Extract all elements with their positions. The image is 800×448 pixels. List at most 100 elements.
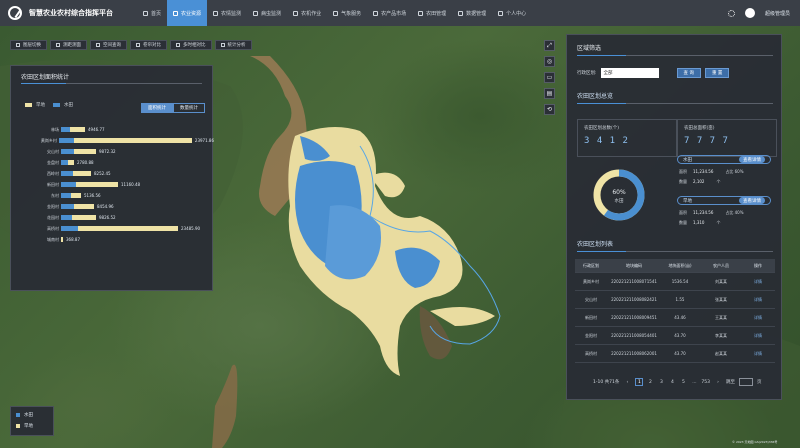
pill-label-dry: 旱地 [683, 198, 692, 204]
nav-item-home[interactable]: 首页 [137, 0, 167, 26]
page-list: 1 2 3 4 5... 753 [635, 378, 710, 386]
toggle-count[interactable]: 数量统计 [173, 103, 205, 113]
toolbar-measure-button[interactable]: 测距测面 [50, 40, 87, 50]
bar-value: 4946.77 [88, 127, 105, 132]
table-body: 黄岗乡村 220221211008071541 1536.54 刘某某 详情 尖山村 220… [575, 273, 775, 363]
nav-item-weather[interactable]: 气象服务 [327, 0, 367, 26]
bar-row[interactable]: 新田村 11160.48 [11, 179, 214, 190]
legend-item-dry: 旱地 [16, 423, 48, 429]
bar-row[interactable]: 黄岗乡村 23971.86 [11, 135, 214, 146]
refresh-icon[interactable]: ⟲ [544, 104, 555, 115]
table-cell: 黄岗乡村 [583, 278, 599, 284]
region-select[interactable]: 全部 [600, 68, 659, 78]
bar-row[interactable]: 金阳村 8454.96 [11, 201, 214, 212]
page-number[interactable]: 4 [668, 378, 676, 386]
toolbar-spatial-query-button[interactable]: 空间查询 [90, 40, 127, 50]
nav-item-profile[interactable]: 个人中心 [492, 0, 532, 26]
bar-track [61, 215, 96, 220]
bar-row[interactable]: 城南村 368.87 [11, 234, 214, 245]
table-cell: 220221211008009451 [611, 315, 657, 320]
toggle-area[interactable]: 面积统计 [141, 103, 173, 113]
donut-sub: 水田 [615, 197, 624, 204]
bar-row[interactable]: 高桥村 23485.90 [11, 223, 214, 234]
pill-label-paddy: 水田 [683, 157, 692, 163]
frame-icon[interactable]: ▭ [544, 72, 555, 83]
prev-page-icon[interactable]: ‹ [623, 378, 631, 386]
dry-detail-button[interactable]: 查看详情 [739, 197, 765, 204]
page-number[interactable]: 5 [679, 378, 687, 386]
table-cell: 43.70 [674, 351, 686, 356]
nav-item-farmland[interactable]: 农田管理 [412, 0, 452, 26]
nav-item-machinery[interactable]: 农机作业 [287, 0, 327, 26]
total-area-label: 农田总面积(亩) [684, 126, 715, 131]
bar-segment-dry [74, 149, 96, 154]
avatar[interactable] [744, 8, 755, 18]
table-cell: 高桥村 [585, 350, 597, 356]
overview-section: 农田区划总览 [567, 91, 783, 104]
nav-item-pest-monitor[interactable]: 病虫监测 [247, 0, 287, 26]
weather-icon [333, 10, 339, 16]
bar-row[interactable]: 林场 4946.77 [11, 124, 214, 135]
settings-gear-icon[interactable] [727, 9, 735, 17]
panel-title: 农田区划面积统计 [21, 74, 70, 81]
row-detail-link[interactable]: 详情 [743, 315, 773, 321]
next-page-icon[interactable]: › [714, 378, 722, 386]
layers-icon [16, 43, 20, 47]
ruler-icon [56, 43, 60, 47]
table-cell: 王某某 [715, 314, 727, 320]
goto-page-input[interactable] [738, 378, 753, 386]
dry-count-kv: 数量 1,310 个 [679, 220, 721, 225]
table-row[interactable]: 高桥村 220221211008062001 43.70 赵某某 详情 [575, 345, 775, 363]
bar-row[interactable]: 西岭村 8252.45 [11, 168, 214, 179]
toolbar-layer-switch-button[interactable]: 图层切换 [10, 40, 47, 50]
time-icon [176, 43, 180, 47]
nav-item-crop-monitor[interactable]: 农情监测 [207, 0, 247, 26]
toolbar-swipe-compare-button[interactable]: 卷帘对比 [130, 40, 167, 50]
page-number[interactable]: ... [690, 378, 698, 386]
pager-summary: 1-10 共71条 [593, 380, 620, 385]
table-row[interactable]: 金阳村 220221211008054401 43.70 李某某 详情 [575, 327, 775, 345]
page-number[interactable]: 2 [646, 378, 654, 386]
query-button[interactable]: 查 询 [676, 68, 701, 78]
page-number[interactable]: 1 [635, 378, 644, 386]
paddy-count-kv: 数量 2,102 个 [679, 179, 721, 184]
total-area-card: 农田总面积(亩) 7 7 7 7 [677, 119, 777, 157]
locate-icon[interactable]: ◎ [544, 56, 555, 67]
page-unit: 页 [756, 380, 762, 385]
row-detail-link[interactable]: 详情 [743, 351, 773, 357]
bar-row[interactable]: 东村 5136.56 [11, 190, 214, 201]
nav-item-market[interactable]: 农产品市场 [367, 0, 412, 26]
row-detail-link[interactable]: 详情 [743, 279, 773, 285]
paddy-detail-button[interactable]: 查看详情 [739, 156, 765, 163]
bar-row[interactable]: 金盘村 2780.88 [11, 157, 214, 168]
total-area-value: 7 7 7 7 [684, 136, 729, 146]
title-underline [21, 83, 202, 84]
bar-row[interactable]: 尖山村 9872.32 [11, 146, 214, 157]
page-number[interactable]: 3 [657, 378, 665, 386]
toolbar-multi-temporal-button[interactable]: 多时相对比 [170, 40, 212, 50]
reset-button[interactable]: 重 置 [704, 68, 730, 78]
table-row[interactable]: 新田村 220221211008009451 43.46 王某某 详情 [575, 309, 775, 327]
right-info-panel: 区域筛选 行政区划: 全部 查 询 重 置 农田区划总览 农田区划总数(个) 3… [566, 34, 782, 400]
basemap-icon[interactable]: ▤ [544, 88, 555, 99]
bar-segment-dry [78, 226, 178, 231]
page-number[interactable]: 753 [701, 378, 710, 386]
user-name[interactable]: 超级管理员 [765, 10, 790, 17]
pest-icon [253, 10, 259, 16]
toolbar-statistics-button[interactable]: 统计分析 [214, 40, 252, 50]
row-detail-link[interactable]: 详情 [743, 297, 773, 303]
table-cell: 金阳村 [585, 332, 597, 338]
bar-row[interactable]: 花园村 9826.52 [11, 212, 214, 223]
row-detail-link[interactable]: 详情 [743, 333, 773, 339]
plot-table: 行政区划 地块编码 地块面积(亩) 农户人员 操作 黄岗乡村 2202212110… [575, 259, 775, 363]
table-row[interactable]: 尖山村 220221211008082421 1.55 张某某 详情 [575, 291, 775, 309]
title-underline [577, 55, 773, 56]
nav-item-data[interactable]: 数据管理 [452, 0, 492, 26]
fullscreen-icon[interactable]: ⤢ [544, 40, 555, 51]
bar-chart: 林场 4946.77 黄岗乡村 23971.86 尖山村 9872.32 金盘村 2780.8… [11, 124, 214, 245]
bar-track [61, 171, 91, 176]
resources-icon [173, 10, 179, 16]
nav-item-resources[interactable]: 农业资源 [167, 0, 208, 26]
table-row[interactable]: 黄岗乡村 220221211008071541 1536.54 刘某某 详情 [575, 273, 775, 291]
plot-count-card: 农田区划总数(个) 3 4 1 2 [577, 119, 677, 157]
